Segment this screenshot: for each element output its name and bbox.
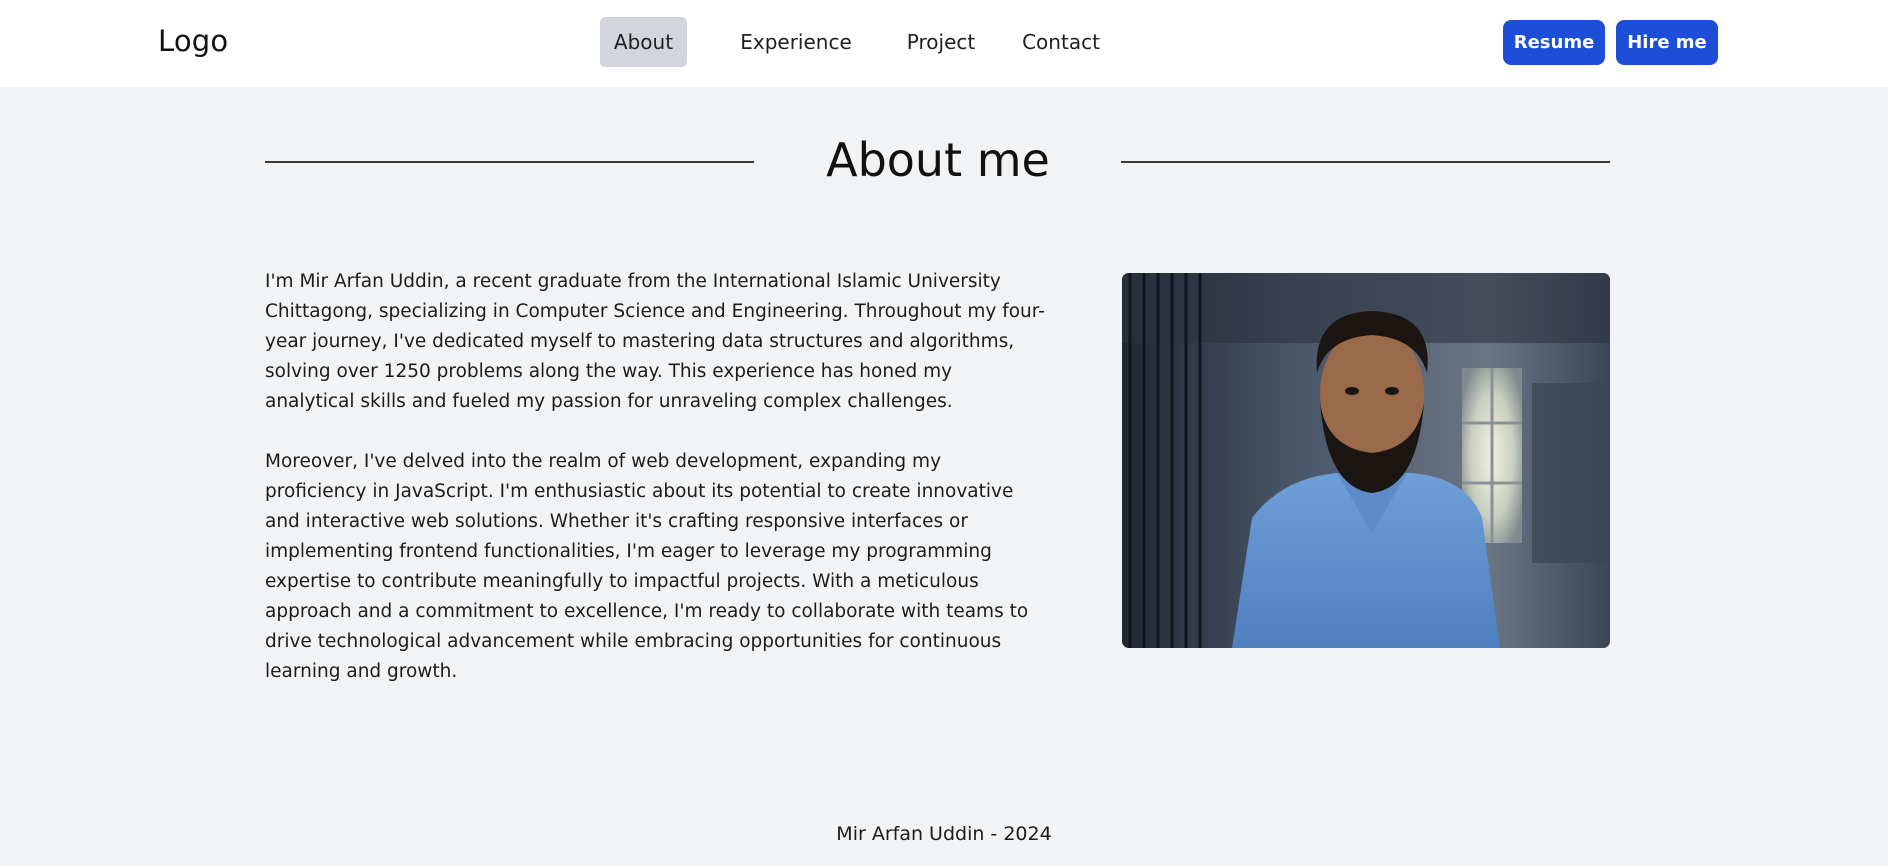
nav-link-project[interactable]: Project [899, 17, 983, 67]
nav-link-experience[interactable]: Experience [728, 17, 864, 67]
about-paragraph-2: Moreover, I've delved into the realm of … [265, 451, 1029, 682]
nav-link-contact[interactable]: Contact [1016, 17, 1106, 67]
logo[interactable]: Logo [158, 24, 228, 58]
about-text: I'm Mir Arfan Uddin, a recent graduate f… [265, 267, 1045, 687]
navbar: Logo About Experience Project Contact Re… [0, 0, 1888, 87]
profile-photo [1122, 273, 1610, 648]
hire-me-button[interactable]: Hire me [1616, 20, 1718, 65]
heading-divider-left [265, 161, 754, 163]
about-paragraph-1: I'm Mir Arfan Uddin, a recent graduate f… [265, 271, 1045, 412]
resume-button[interactable]: Resume [1503, 20, 1605, 65]
footer: Mir Arfan Uddin - 2024 [836, 823, 1052, 845]
nav-link-about[interactable]: About [600, 17, 687, 67]
section-title: About me [826, 133, 1050, 187]
heading-divider-right [1121, 161, 1610, 163]
